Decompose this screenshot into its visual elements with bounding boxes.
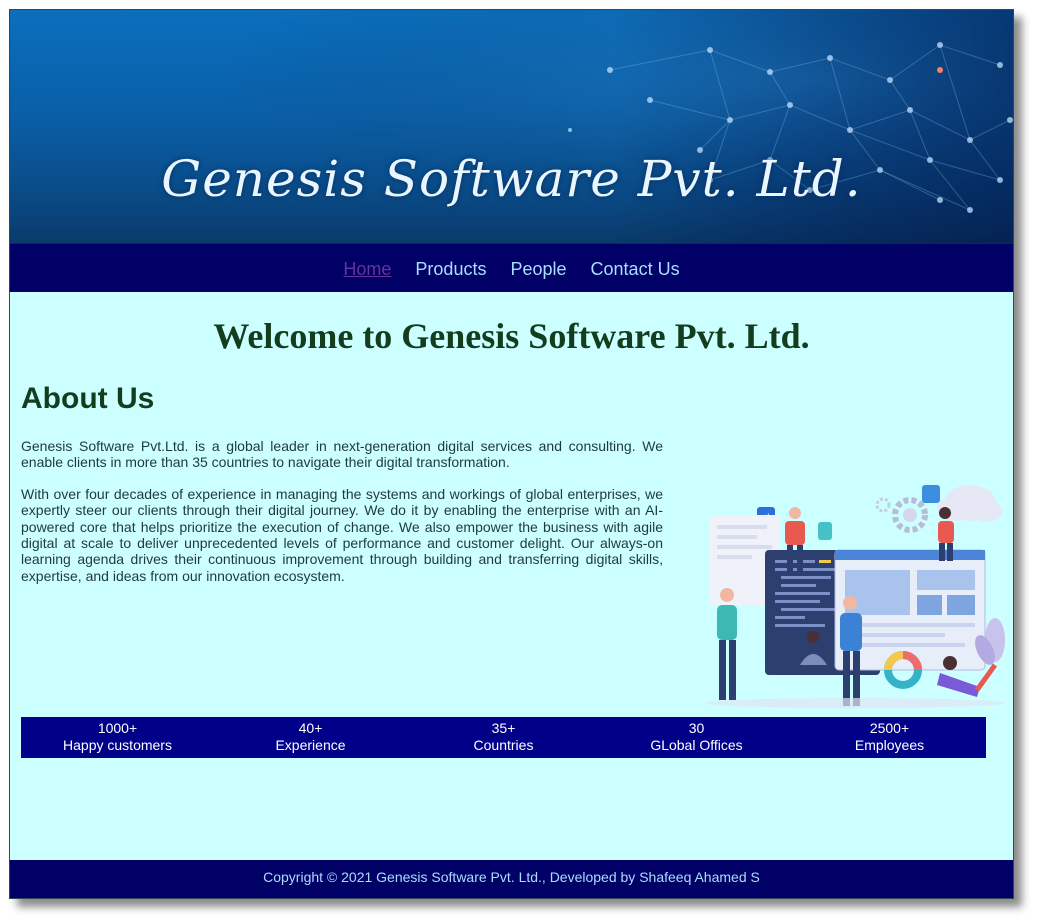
stat-experience: 40+ Experience bbox=[214, 717, 407, 758]
digital-team-illustration: </> bbox=[705, 485, 1005, 708]
nav-products-link[interactable]: Products bbox=[415, 259, 486, 280]
copyright-text: Copyright © 2021 Genesis Software Pvt. L… bbox=[263, 869, 760, 885]
brackets-icon bbox=[818, 522, 832, 540]
stat-value: 2500+ bbox=[869, 720, 910, 736]
stat-label: Happy customers bbox=[63, 737, 172, 753]
stat-label: Experience bbox=[275, 737, 346, 753]
statistics-bar: 1000+ Happy customers 40+ Experience 35+… bbox=[21, 717, 986, 758]
about-paragraph: With over four decades of experience in … bbox=[21, 485, 663, 584]
stat-value: 30 bbox=[688, 720, 705, 736]
stat-label: Countries bbox=[473, 737, 534, 753]
stat-global-offices: 30 GLobal Offices bbox=[600, 717, 793, 758]
stat-happy-customers: 1000+ Happy customers bbox=[21, 717, 214, 758]
stat-value: 35+ bbox=[491, 720, 516, 736]
welcome-heading: Welcome to Genesis Software Pvt. Ltd. bbox=[213, 316, 810, 356]
gear-icon bbox=[875, 497, 928, 533]
site-logo-title: Genesis Software Pvt. Ltd. bbox=[161, 150, 862, 208]
stat-value: 40+ bbox=[298, 720, 323, 736]
network-background-graphic bbox=[10, 10, 1013, 243]
page-frame: Genesis Software Pvt. Ltd. Home Products… bbox=[9, 9, 1014, 899]
stat-employees: 2500+ Employees bbox=[793, 717, 986, 758]
nav-contact-us-link[interactable]: Contact Us bbox=[591, 259, 680, 280]
stat-countries: 35+ Countries bbox=[407, 717, 600, 758]
stat-value: 1000+ bbox=[97, 720, 138, 736]
about-paragraph: Genesis Software Pvt.Ltd. is a global le… bbox=[21, 438, 663, 471]
header-banner: Genesis Software Pvt. Ltd. bbox=[10, 10, 1013, 243]
stat-label: Employees bbox=[854, 737, 925, 753]
nav-people-link[interactable]: People bbox=[510, 259, 566, 280]
about-us-heading: About Us bbox=[21, 382, 155, 415]
footer: Copyright © 2021 Genesis Software Pvt. L… bbox=[10, 860, 1013, 898]
main-navigation: Home Products People Contact Us bbox=[10, 243, 1013, 292]
share-icon bbox=[922, 485, 940, 503]
nav-home-link[interactable]: Home bbox=[343, 259, 391, 280]
about-us-text: Genesis Software Pvt.Ltd. is a global le… bbox=[21, 438, 663, 599]
stat-label: GLobal Offices bbox=[650, 737, 743, 753]
